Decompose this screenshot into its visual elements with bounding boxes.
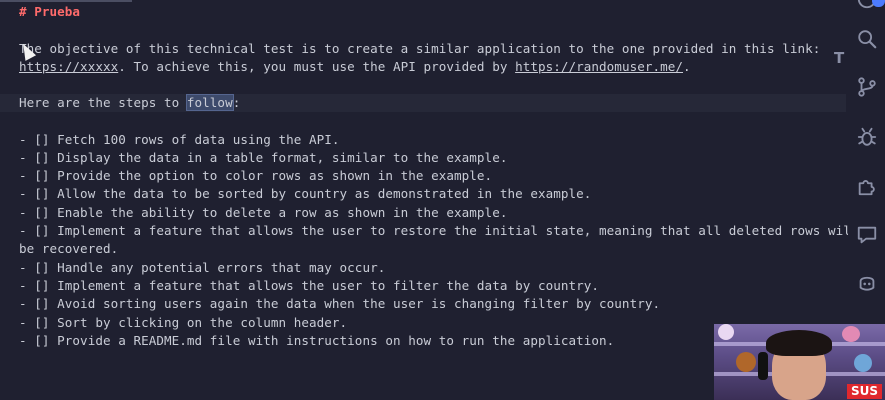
task-line: - [] Enable the ability to delete a row … bbox=[19, 205, 508, 220]
task-line: - [] Implement a feature that allows the… bbox=[19, 223, 859, 238]
steps-intro-colon: : bbox=[232, 95, 241, 110]
task-line: - [] Fetch 100 rows of data using the AP… bbox=[19, 132, 340, 147]
task-line: - [] Display the data in a table format,… bbox=[19, 150, 508, 165]
task-line-wrap: be recovered. bbox=[19, 241, 119, 256]
text-selection: follow bbox=[185, 94, 234, 111]
intro-line-1: The objective of this technical test is … bbox=[19, 41, 821, 56]
task-line: - [] Allow the data to be sorted by coun… bbox=[19, 186, 592, 201]
extensions-icon[interactable] bbox=[856, 175, 878, 197]
plush-toy bbox=[736, 352, 756, 372]
headset bbox=[758, 352, 768, 380]
markdown-heading: # Prueba bbox=[19, 4, 81, 19]
intro-mid-text: . To achieve this, you must use the API … bbox=[118, 59, 516, 74]
task-line: - [] Provide the option to color rows as… bbox=[19, 168, 493, 183]
tab-indicator bbox=[0, 0, 132, 2]
steps-intro-line: Here are the steps to follow: bbox=[19, 94, 240, 112]
search-icon[interactable] bbox=[856, 28, 878, 50]
source-control-icon[interactable] bbox=[856, 76, 878, 98]
plush-toy bbox=[718, 324, 734, 340]
copilot-icon[interactable] bbox=[856, 272, 878, 294]
plush-toy bbox=[854, 354, 872, 372]
intro-end-text: . bbox=[683, 59, 691, 74]
streamer-hair bbox=[766, 330, 832, 356]
task-line: - [] Provide a README.md file with instr… bbox=[19, 333, 615, 348]
chat-icon[interactable] bbox=[856, 224, 878, 246]
link-randomuser[interactable]: https://randomuser.me/ bbox=[515, 59, 683, 74]
link-xxxxx[interactable]: https://xxxxx bbox=[19, 59, 118, 74]
webcam-overlay: SUS bbox=[714, 324, 885, 400]
caret-char: w bbox=[225, 95, 233, 110]
steps-intro-text: Here are the steps to bbox=[19, 95, 187, 110]
intro-line-2: https://xxxxx. To achieve this, you must… bbox=[19, 58, 691, 76]
selected-text: follo bbox=[186, 95, 226, 110]
text-format-icon[interactable]: T bbox=[834, 49, 844, 67]
task-line: - [] Avoid sorting users again the data … bbox=[19, 296, 661, 311]
status-badge: SUS bbox=[846, 384, 882, 399]
debug-icon[interactable] bbox=[856, 126, 878, 148]
task-line: - [] Implement a feature that allows the… bbox=[19, 278, 600, 293]
plush-toy bbox=[842, 326, 860, 342]
task-line: - [] Handle any potential errors that ma… bbox=[19, 260, 386, 275]
task-line: - [] Sort by clicking on the column head… bbox=[19, 315, 348, 330]
